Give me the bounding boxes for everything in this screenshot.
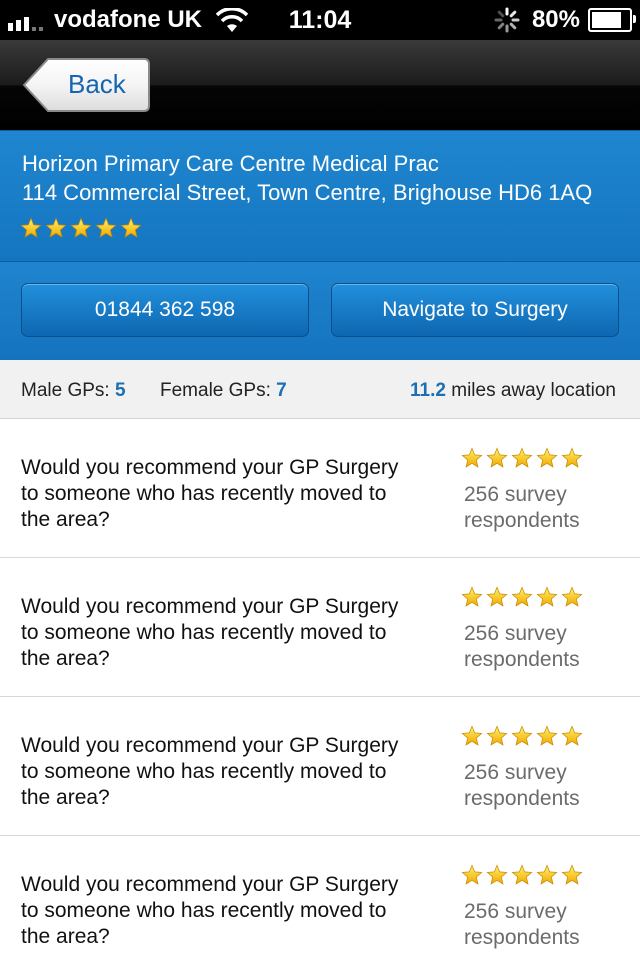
survey-list: Would you recommend your GP Surgery to s… (0, 419, 640, 974)
survey-question: Would you recommend your GP Surgery to s… (21, 873, 399, 948)
female-gps-label: Female GPs: (160, 380, 271, 401)
star-icon (461, 586, 483, 608)
battery-fill (592, 12, 621, 28)
battery-icon (588, 8, 636, 32)
star-icon (536, 586, 558, 608)
gp-stats-bar: Male GPs: 5 Female GPs: 7 11.2 miles awa… (0, 360, 640, 419)
star-icon (45, 217, 67, 239)
survey-respondents: 256 survey respondents (464, 483, 580, 532)
star-icon (511, 586, 533, 608)
star-icon (511, 864, 533, 886)
navigate-button[interactable]: Navigate to Surgery (331, 283, 619, 337)
distance-label: miles away location (451, 380, 616, 401)
distance-stat: 11.2 miles away location (410, 380, 616, 402)
navigation-bar: Back (0, 40, 640, 130)
star-icon (561, 447, 583, 469)
female-gps-stat: Female GPs: 7 (160, 380, 287, 402)
survey-rating (461, 447, 586, 469)
male-gps-stat: Male GPs: 5 (21, 380, 126, 402)
back-button[interactable]: Back (22, 57, 150, 113)
distance-value: 11.2 (410, 380, 446, 401)
practice-address: 114 Commercial Street, Town Centre, Brig… (22, 180, 593, 205)
survey-respondents: 256 survey respondents (464, 761, 580, 810)
battery-percent: 80% (531, 6, 580, 33)
status-bar: vodafone UK 11:04 80% (0, 0, 640, 40)
list-item[interactable]: Would you recommend your GP Surgery to s… (0, 558, 640, 697)
star-icon (20, 217, 42, 239)
survey-question: Would you recommend your GP Surgery to s… (21, 734, 399, 809)
survey-question: Would you recommend your GP Surgery to s… (21, 456, 399, 531)
survey-respondents: 256 survey respondents (464, 622, 580, 671)
female-gps-value: 7 (276, 380, 287, 401)
star-icon (70, 217, 92, 239)
star-icon (461, 447, 483, 469)
male-gps-value: 5 (114, 380, 126, 401)
star-icon (561, 864, 583, 886)
star-icon (511, 447, 533, 469)
star-icon (95, 217, 117, 239)
survey-rating (461, 864, 586, 886)
action-buttons: 01844 362 598 Navigate to Surgery (0, 261, 640, 361)
practice-rating (20, 217, 145, 239)
call-button[interactable]: 01844 362 598 (21, 283, 309, 337)
star-icon (561, 586, 583, 608)
practice-name: Horizon Primary Care Centre Medical Prac (22, 151, 439, 176)
male-gps-label: Male GPs: (21, 380, 110, 401)
survey-rating (461, 586, 586, 608)
survey-question: Would you recommend your GP Surgery to s… (21, 595, 399, 670)
star-icon (536, 447, 558, 469)
star-icon (486, 864, 508, 886)
star-icon (536, 725, 558, 747)
survey-rating (461, 725, 586, 747)
status-right: 80% (494, 6, 636, 34)
star-icon (486, 586, 508, 608)
back-button-label: Back (68, 69, 126, 99)
star-icon (561, 725, 583, 747)
survey-respondents: 256 survey respondents (464, 900, 580, 949)
star-icon (461, 864, 483, 886)
star-icon (120, 217, 142, 239)
star-icon (461, 725, 483, 747)
practice-header: Horizon Primary Care Centre Medical Prac… (0, 130, 640, 261)
star-icon (511, 725, 533, 747)
activity-spinner-icon (494, 7, 520, 33)
list-item[interactable]: Would you recommend your GP Surgery to s… (0, 697, 640, 836)
list-item[interactable]: Would you recommend your GP Surgery to s… (0, 836, 640, 974)
star-icon (486, 725, 508, 747)
list-item[interactable]: Would you recommend your GP Surgery to s… (0, 419, 640, 558)
star-icon (486, 447, 508, 469)
star-icon (536, 864, 558, 886)
